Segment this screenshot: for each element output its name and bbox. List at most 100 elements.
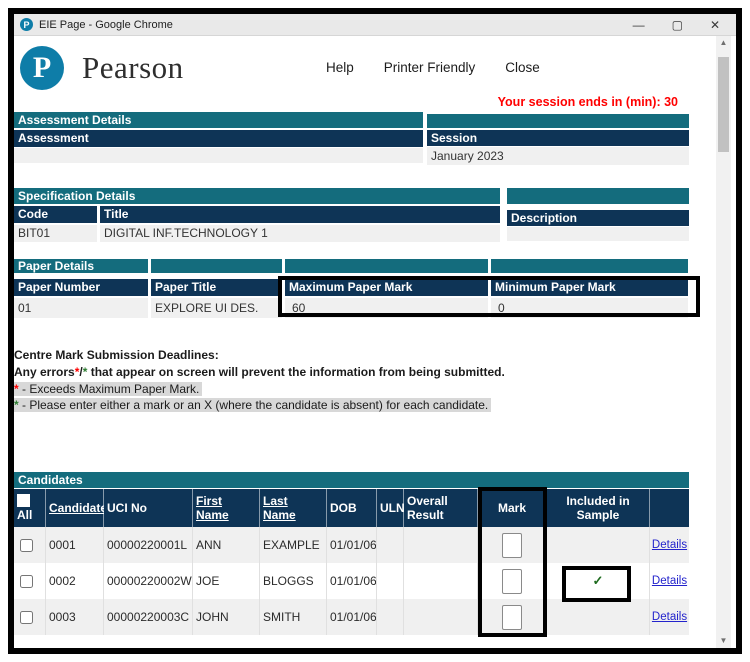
first-name: JOE [193, 563, 260, 599]
scroll-up-icon[interactable]: ▲ [720, 36, 728, 50]
uln [377, 527, 404, 563]
uln [377, 599, 404, 635]
col-candidate-sort[interactable]: Candidate [46, 489, 104, 527]
session-timeout-warning: Your session ends in (min): 30 [498, 95, 678, 109]
scroll-down-icon[interactable]: ▼ [720, 634, 728, 648]
col-last-name-sort[interactable]: Last Name [260, 489, 327, 527]
paper-title-header: Paper Title [151, 279, 282, 296]
window-titlebar: P EIE Page - Google Chrome — ▢ ✕ [14, 14, 736, 36]
session-column-header: Session [427, 130, 689, 146]
assessment-column-header: Assessment [14, 130, 423, 147]
screenshot-annotation-frame: P EIE Page - Google Chrome — ▢ ✕ P Pears… [8, 8, 742, 654]
uci-no: 00000220003C [104, 599, 193, 635]
max-paper-mark-value: 60 [285, 298, 488, 318]
candidate-number: 0001 [46, 527, 104, 563]
assessment-details-table: Assessment Details Assessment [14, 112, 423, 163]
candidates-section-header: Candidates [14, 472, 689, 488]
description-column-header: Description [507, 210, 689, 226]
col-mark: Mark [478, 489, 547, 527]
minimize-icon[interactable]: — [633, 19, 645, 31]
browser-window: P EIE Page - Google Chrome — ▢ ✕ P Pears… [14, 14, 736, 648]
overall-result [404, 527, 478, 563]
row-checkbox[interactable] [20, 575, 33, 588]
paper-number-value: 01 [14, 298, 148, 318]
max-paper-mark-header: Maximum Paper Mark [285, 279, 488, 296]
col-dob: DOB [327, 489, 377, 527]
maximize-icon[interactable]: ▢ [672, 19, 683, 31]
candidate-row: 0003 00000220003C JOHN SMITH 01/01/06 De… [14, 599, 689, 635]
overall-result [404, 563, 478, 599]
page-scrollbar[interactable]: ▲ ▼ [716, 36, 731, 648]
pearson-logo-icon: P [20, 46, 64, 90]
select-all-checkbox[interactable] [17, 494, 30, 507]
candidate-number: 0002 [46, 563, 104, 599]
description-section-bar [507, 188, 689, 204]
mark-input[interactable] [502, 605, 522, 630]
min-paper-mark-header: Minimum Paper Mark [491, 279, 688, 296]
paper-details-header: Paper Details [14, 259, 148, 273]
spec-code-header: Code [14, 206, 97, 223]
paper-title-value: EXPLORE UI DES. [151, 298, 282, 318]
details-link[interactable]: Details [652, 539, 687, 551]
pearson-wordmark: Pearson [82, 50, 184, 86]
overall-result [404, 599, 478, 635]
dob: 01/01/06 [327, 599, 377, 635]
mark-input[interactable] [502, 533, 522, 558]
spec-code-value: BIT01 [14, 225, 97, 242]
assessment-details-header: Assessment Details [14, 112, 423, 128]
top-nav: Help Printer Friendly Close [326, 60, 540, 75]
note-exceeds-max: * - Exceeds Maximum Paper Mark. [14, 382, 202, 396]
scrollbar-thumb[interactable] [718, 57, 729, 152]
last-name: EXAMPLE [260, 527, 327, 563]
last-name: BLOGGS [260, 563, 327, 599]
candidate-row: 0001 00000220001L ANN EXAMPLE 01/01/06 D… [14, 527, 689, 563]
col-overall-result: Overall Result [404, 489, 478, 527]
uln [377, 563, 404, 599]
session-value: January 2023 [427, 147, 689, 165]
row-checkbox[interactable] [20, 611, 33, 624]
paper-section-bar [151, 259, 282, 273]
candidates-header-row: All Candidate UCI No First Name Last Nam… [14, 489, 689, 527]
spec-title-header: Title [100, 206, 500, 223]
pearson-favicon-icon: P [20, 18, 33, 31]
spec-title-value: DIGITAL INF.TECHNOLOGY 1 [100, 225, 500, 242]
candidate-row: 0002 00000220002W JOE BLOGGS 01/01/06 ✓ … [14, 563, 689, 599]
details-link[interactable]: Details [652, 575, 687, 587]
last-name: SMITH [260, 599, 327, 635]
dob: 01/01/06 [327, 527, 377, 563]
dob: 01/01/06 [327, 563, 377, 599]
description-table: Description [507, 188, 689, 241]
uci-no: 00000220001L [104, 527, 193, 563]
paper-details-table: Paper Details Paper Number Paper Title M… [14, 259, 689, 318]
paper-section-bar [285, 259, 488, 273]
mark-input[interactable] [502, 569, 522, 594]
col-all: All [14, 489, 46, 527]
nav-printer-friendly-link[interactable]: Printer Friendly [384, 60, 476, 75]
nav-help-link[interactable]: Help [326, 60, 354, 75]
details-link[interactable]: Details [652, 611, 687, 623]
assessment-value [14, 148, 423, 163]
paper-number-header: Paper Number [14, 279, 148, 296]
nav-close-link[interactable]: Close [505, 60, 540, 75]
note-mark-or-x: * - Please enter either a mark or an X (… [14, 398, 491, 412]
all-label: All [17, 508, 42, 522]
description-value [507, 227, 689, 241]
first-name: ANN [193, 527, 260, 563]
specification-details-header: Specification Details [14, 188, 500, 204]
candidates-table: Candidates All Candidate UCI No First Na… [14, 472, 689, 635]
col-first-name-sort[interactable]: First Name [193, 489, 260, 527]
included-in-sample-check-icon: ✓ [593, 573, 604, 589]
row-checkbox[interactable] [20, 539, 33, 552]
col-included-in-sample: Included in Sample [547, 489, 650, 527]
specification-details-table: Specification Details Code Title BIT01 D… [14, 188, 500, 242]
page-content: P Pearson Help Printer Friendly Close Yo… [14, 36, 736, 648]
deadlines-heading: Centre Mark Submission Deadlines: [14, 348, 704, 362]
min-paper-mark-value: 0 [491, 298, 688, 318]
pearson-logo: P Pearson [20, 46, 184, 90]
col-uln: ULN [377, 489, 404, 527]
col-details [650, 489, 689, 527]
close-icon[interactable]: ✕ [710, 19, 720, 31]
uci-no: 00000220002W [104, 563, 193, 599]
col-uci: UCI No [104, 489, 193, 527]
session-section-bar [427, 114, 689, 128]
